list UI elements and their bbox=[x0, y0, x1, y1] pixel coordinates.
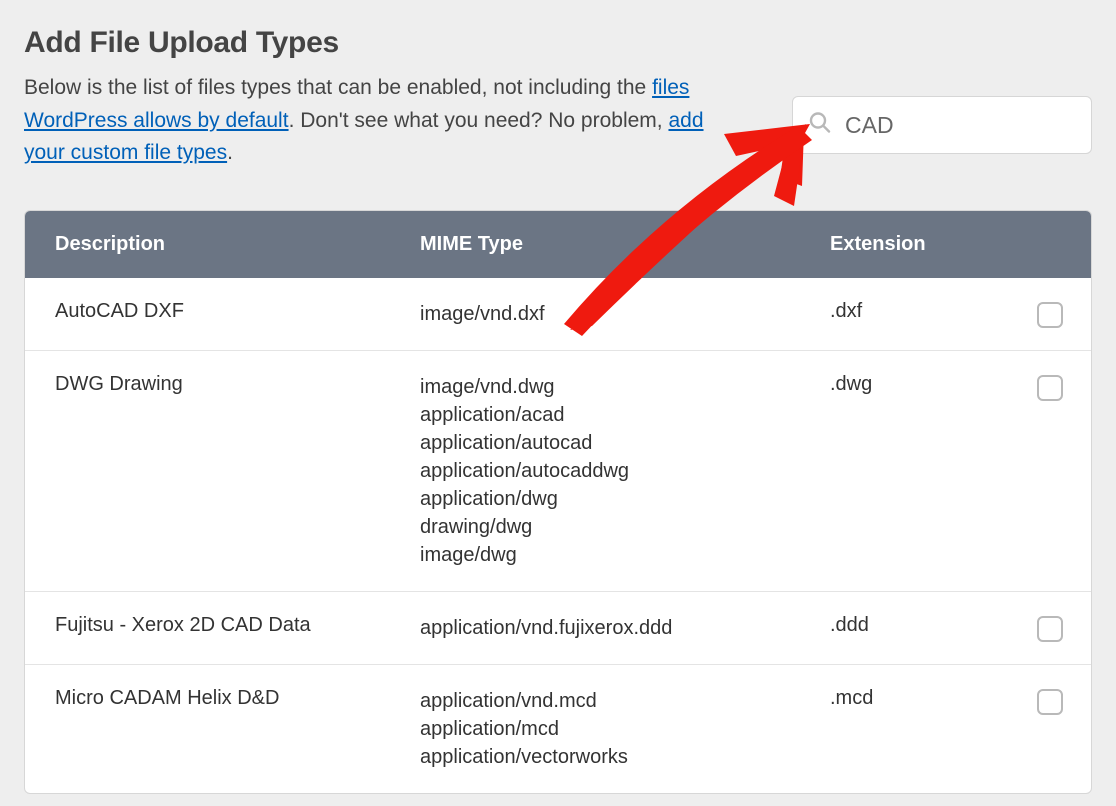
cell-mime: image/vnd.dwgapplication/acadapplication… bbox=[420, 373, 830, 569]
intro-text-2: . Don't see what you need? No problem, bbox=[289, 109, 669, 132]
cell-description: DWG Drawing bbox=[25, 373, 420, 396]
cell-mime: application/vnd.fujixerox.ddd bbox=[420, 614, 830, 642]
intro-paragraph: Below is the list of files types that ca… bbox=[24, 72, 724, 170]
mime-value: application/acad bbox=[420, 401, 830, 429]
table-row: Fujitsu - Xerox 2D CAD Dataapplication/v… bbox=[25, 591, 1091, 664]
mime-value: image/dwg bbox=[420, 541, 830, 569]
th-description: Description bbox=[25, 233, 420, 256]
mime-value: application/autocad bbox=[420, 429, 830, 457]
cell-description: Micro CADAM Helix D&D bbox=[25, 687, 420, 710]
enable-checkbox[interactable] bbox=[1037, 302, 1063, 328]
enable-checkbox[interactable] bbox=[1037, 689, 1063, 715]
intro-text-3: . bbox=[227, 141, 233, 164]
cell-description: AutoCAD DXF bbox=[25, 300, 420, 323]
table-row: DWG Drawingimage/vnd.dwgapplication/acad… bbox=[25, 350, 1091, 591]
cell-description: Fujitsu - Xerox 2D CAD Data bbox=[25, 614, 420, 637]
mime-value: drawing/dwg bbox=[420, 513, 830, 541]
page-title: Add File Upload Types bbox=[24, 26, 724, 60]
intro-text-1: Below is the list of files types that ca… bbox=[24, 76, 652, 99]
file-types-table: Description MIME Type Extension AutoCAD … bbox=[24, 210, 1092, 794]
mime-value: application/autocaddwg bbox=[420, 457, 830, 485]
table-row: Micro CADAM Helix D&Dapplication/vnd.mcd… bbox=[25, 664, 1091, 793]
table-row: AutoCAD DXFimage/vnd.dxf.dxf bbox=[25, 278, 1091, 350]
cell-extension: .ddd bbox=[830, 614, 1010, 637]
mime-value: application/vnd.fujixerox.ddd bbox=[420, 614, 830, 642]
cell-extension: .mcd bbox=[830, 687, 1010, 710]
cell-mime: image/vnd.dxf bbox=[420, 300, 830, 328]
search-input[interactable] bbox=[792, 96, 1092, 154]
mime-value: application/dwg bbox=[420, 485, 830, 513]
cell-extension: .dxf bbox=[830, 300, 1010, 323]
cell-mime: application/vnd.mcdapplication/mcdapplic… bbox=[420, 687, 830, 771]
enable-checkbox[interactable] bbox=[1037, 616, 1063, 642]
th-mime-type: MIME Type bbox=[420, 233, 830, 256]
mime-value: application/vectorworks bbox=[420, 743, 830, 771]
th-extension: Extension bbox=[830, 233, 1010, 256]
mime-value: image/vnd.dxf bbox=[420, 300, 830, 328]
mime-value: image/vnd.dwg bbox=[420, 373, 830, 401]
mime-value: application/mcd bbox=[420, 715, 830, 743]
enable-checkbox[interactable] bbox=[1037, 375, 1063, 401]
table-header-row: Description MIME Type Extension bbox=[25, 211, 1091, 278]
mime-value: application/vnd.mcd bbox=[420, 687, 830, 715]
cell-extension: .dwg bbox=[830, 373, 1010, 396]
